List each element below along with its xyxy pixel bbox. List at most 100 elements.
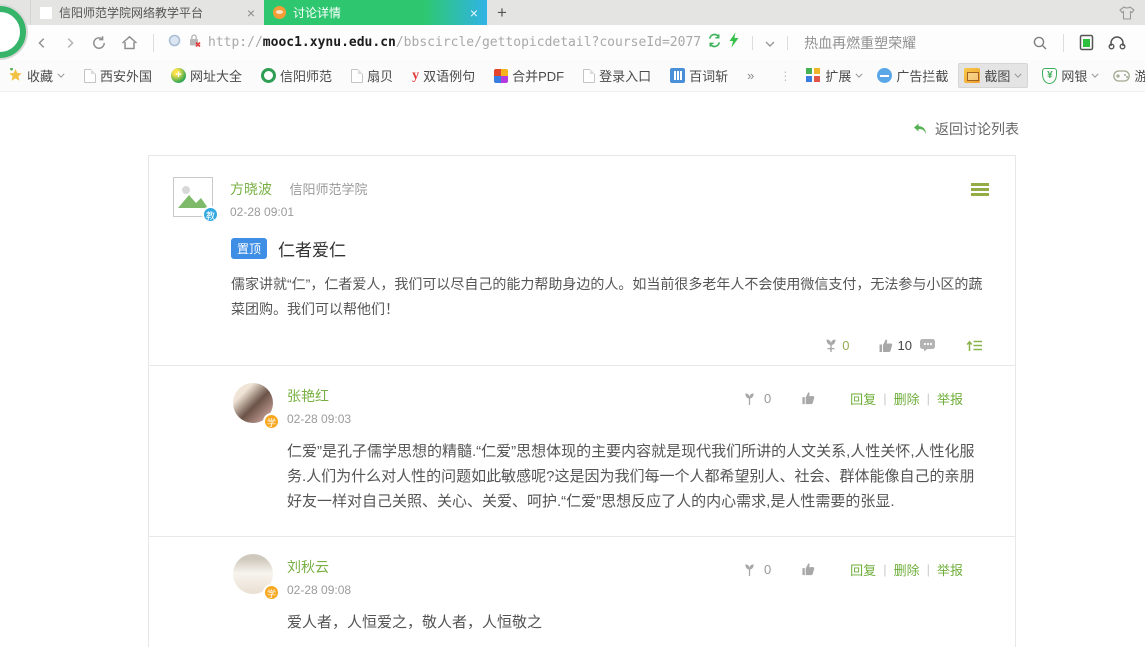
refresh-icon[interactable] — [91, 35, 107, 51]
search-input[interactable]: 热血再燃重塑荣耀 — [804, 33, 916, 53]
avatar[interactable]: 教 — [173, 177, 213, 217]
flower-count: 0 — [764, 562, 771, 577]
dropdown-chevron-icon[interactable] — [765, 34, 775, 52]
extension-label: 扩展 — [825, 66, 851, 85]
page-icon — [84, 69, 96, 83]
insecure-lock-icon[interactable] — [187, 33, 202, 53]
games-button[interactable]: 游戏 — [1113, 66, 1145, 85]
ebank-button[interactable]: ¥ 网银 — [1042, 66, 1099, 85]
extension-zone: ⋮ 扩展 广告拦截 截图 ¥ 网银 游戏 登录管家 — [773, 63, 1145, 88]
reply-links: 回复 | 删除 | 举报 — [850, 560, 963, 579]
author-name[interactable]: 刘秋云 — [287, 557, 351, 577]
sort-top-icon[interactable] — [966, 338, 983, 353]
close-tab-icon[interactable]: × — [470, 6, 478, 20]
page-icon — [351, 69, 363, 83]
report-link[interactable]: 举报 — [937, 389, 963, 408]
like-stat[interactable]: 10 — [878, 338, 936, 353]
delete-link[interactable]: 删除 — [894, 389, 920, 408]
back-to-list-label: 返回讨论列表 — [935, 119, 1019, 139]
drag-handle-icon[interactable]: ⋮ — [779, 69, 792, 83]
bookmark-label: 双语例句 — [423, 66, 475, 85]
back-to-list-link[interactable]: 返回讨论列表 — [912, 119, 1019, 139]
mooc-favicon-icon — [273, 6, 286, 19]
bookmark-merge-pdf[interactable]: 合并PDF — [494, 66, 564, 85]
reply-body: 爱人者，人恒爱之，敬人者，人恒敬之 — [287, 610, 987, 635]
bookmark-label: 扇贝 — [367, 66, 393, 85]
url-path: /bbscircle/gettopicdetail?courseId=2077 — [396, 35, 701, 50]
flower-stat[interactable]: 0 — [743, 391, 771, 406]
translate-refresh-icon[interactable] — [707, 33, 722, 53]
bookmark-xian-foreign[interactable]: 西安外国 — [84, 66, 152, 85]
role-badge: 学 — [263, 413, 280, 430]
bookmark-label: 百词斩 — [689, 66, 728, 85]
address-bar[interactable]: http://mooc1.xynu.edu.cn/bbscircle/getto… — [168, 32, 794, 53]
browser-toolbar: http://mooc1.xynu.edu.cn/bbscircle/getto… — [0, 25, 1145, 60]
bookmark-bilingual-examples[interactable]: y 双语例句 — [412, 66, 475, 85]
screenshot-button[interactable]: 截图 — [958, 63, 1028, 88]
bookmark-login-portal[interactable]: 登录入口 — [583, 66, 651, 85]
bookmarks-overflow-icon[interactable]: » — [747, 68, 754, 83]
report-link[interactable]: 举报 — [937, 560, 963, 579]
role-badge: 教 — [202, 206, 219, 223]
bookmark-shanbay[interactable]: 扇贝 — [351, 66, 393, 85]
screenshot-icon — [964, 68, 980, 83]
adblock-button[interactable]: 广告拦截 — [877, 66, 948, 85]
bookmark-label: 网址大全 — [190, 66, 242, 85]
clipboard-collector-icon[interactable] — [1079, 34, 1094, 51]
theme-skin-icon[interactable] — [1119, 0, 1135, 25]
extensions-button[interactable]: 扩展 — [806, 66, 863, 85]
extension-label: 广告拦截 — [896, 66, 948, 85]
author-name[interactable]: 张艳红 — [287, 386, 351, 406]
delete-link[interactable]: 删除 — [894, 560, 920, 579]
tab-teaching-platform[interactable]: 信阳师范学院网络教学平台 × — [30, 0, 264, 25]
adblock-icon — [877, 68, 892, 83]
post-stats: 0 10 — [173, 337, 989, 353]
author-name[interactable]: 方晓波 — [230, 181, 272, 197]
bookmarks-bar: 收藏 西安外国 + 网址大全 信阳师范 扇贝 y 双语例句 合并PDF 登录入口… — [0, 60, 1145, 92]
flower-stat[interactable]: 0 — [743, 562, 771, 577]
flower-stat[interactable]: 0 — [824, 337, 849, 353]
reply-item: 学 刘秋云 02-28 09:08 0 回复 — [149, 536, 1015, 647]
reply-time: 02-28 09:08 — [287, 583, 351, 597]
search-icon[interactable] — [1032, 35, 1048, 51]
main-post: 教 方晓波 信阳师范学院 02-28 09:01 置顶 仁者爱仁 儒家讲就“仁”… — [149, 156, 1015, 365]
author-school: 信阳师范学院 — [289, 182, 367, 197]
avatar[interactable]: 学 — [233, 383, 273, 423]
new-tab-button[interactable]: + — [487, 0, 517, 25]
reader-mode-icon[interactable] — [168, 34, 181, 52]
bookmark-favorites[interactable]: 收藏 — [8, 66, 65, 85]
bookmark-label: 合并PDF — [512, 66, 564, 85]
tab-discussion-detail[interactable]: 讨论详情 × — [264, 0, 487, 25]
home-icon[interactable] — [121, 35, 138, 51]
url-text[interactable]: http://mooc1.xynu.edu.cn/bbscircle/getto… — [208, 35, 701, 50]
reply-link[interactable]: 回复 — [850, 389, 876, 408]
headphones-icon[interactable] — [1108, 35, 1126, 51]
back-icon[interactable] — [35, 36, 49, 50]
post-title: 仁者爱仁 — [278, 236, 346, 261]
bookmark-baicizhan[interactable]: 百词斩 — [670, 66, 728, 85]
url-domain: mooc1.xynu.edu.cn — [263, 35, 396, 50]
tab-bar: 信阳师范学院网络教学平台 × 讨论详情 × + — [0, 0, 1145, 25]
bookmark-xynu[interactable]: 信阳师范 — [261, 66, 332, 85]
pinned-badge: 置顶 — [231, 238, 267, 259]
reply-body: 仁爱”是孔子儒学思想的精髓.“仁爱”思想体现的主要内容就是现代我们所讲的人文关系… — [287, 439, 987, 514]
ebank-shield-icon: ¥ — [1042, 68, 1057, 84]
flower-count: 0 — [842, 338, 849, 353]
forward-icon[interactable] — [63, 36, 77, 50]
xynu-icon — [261, 68, 276, 83]
tab-title: 信阳师范学院网络教学平台 — [59, 4, 240, 21]
close-tab-icon[interactable]: × — [247, 6, 255, 20]
post-body: 儒家讲就“仁”，仁者爱人，我们可以尽自己的能力帮助身边的人。如当前很多老年人不会… — [231, 272, 989, 322]
like-icon[interactable] — [801, 390, 816, 408]
baicizhan-icon — [670, 68, 685, 83]
youdao-icon: y — [412, 68, 419, 84]
like-icon[interactable] — [801, 561, 816, 579]
speed-bolt-icon[interactable] — [728, 32, 740, 53]
url-scheme: http:// — [208, 35, 263, 50]
bookmark-site-directory[interactable]: + 网址大全 — [171, 66, 242, 85]
avatar[interactable]: 学 — [233, 554, 273, 594]
post-menu-icon[interactable] — [971, 177, 989, 219]
extension-label: 网银 — [1061, 66, 1087, 85]
bookmark-label: 西安外国 — [100, 66, 152, 85]
reply-link[interactable]: 回复 — [850, 560, 876, 579]
